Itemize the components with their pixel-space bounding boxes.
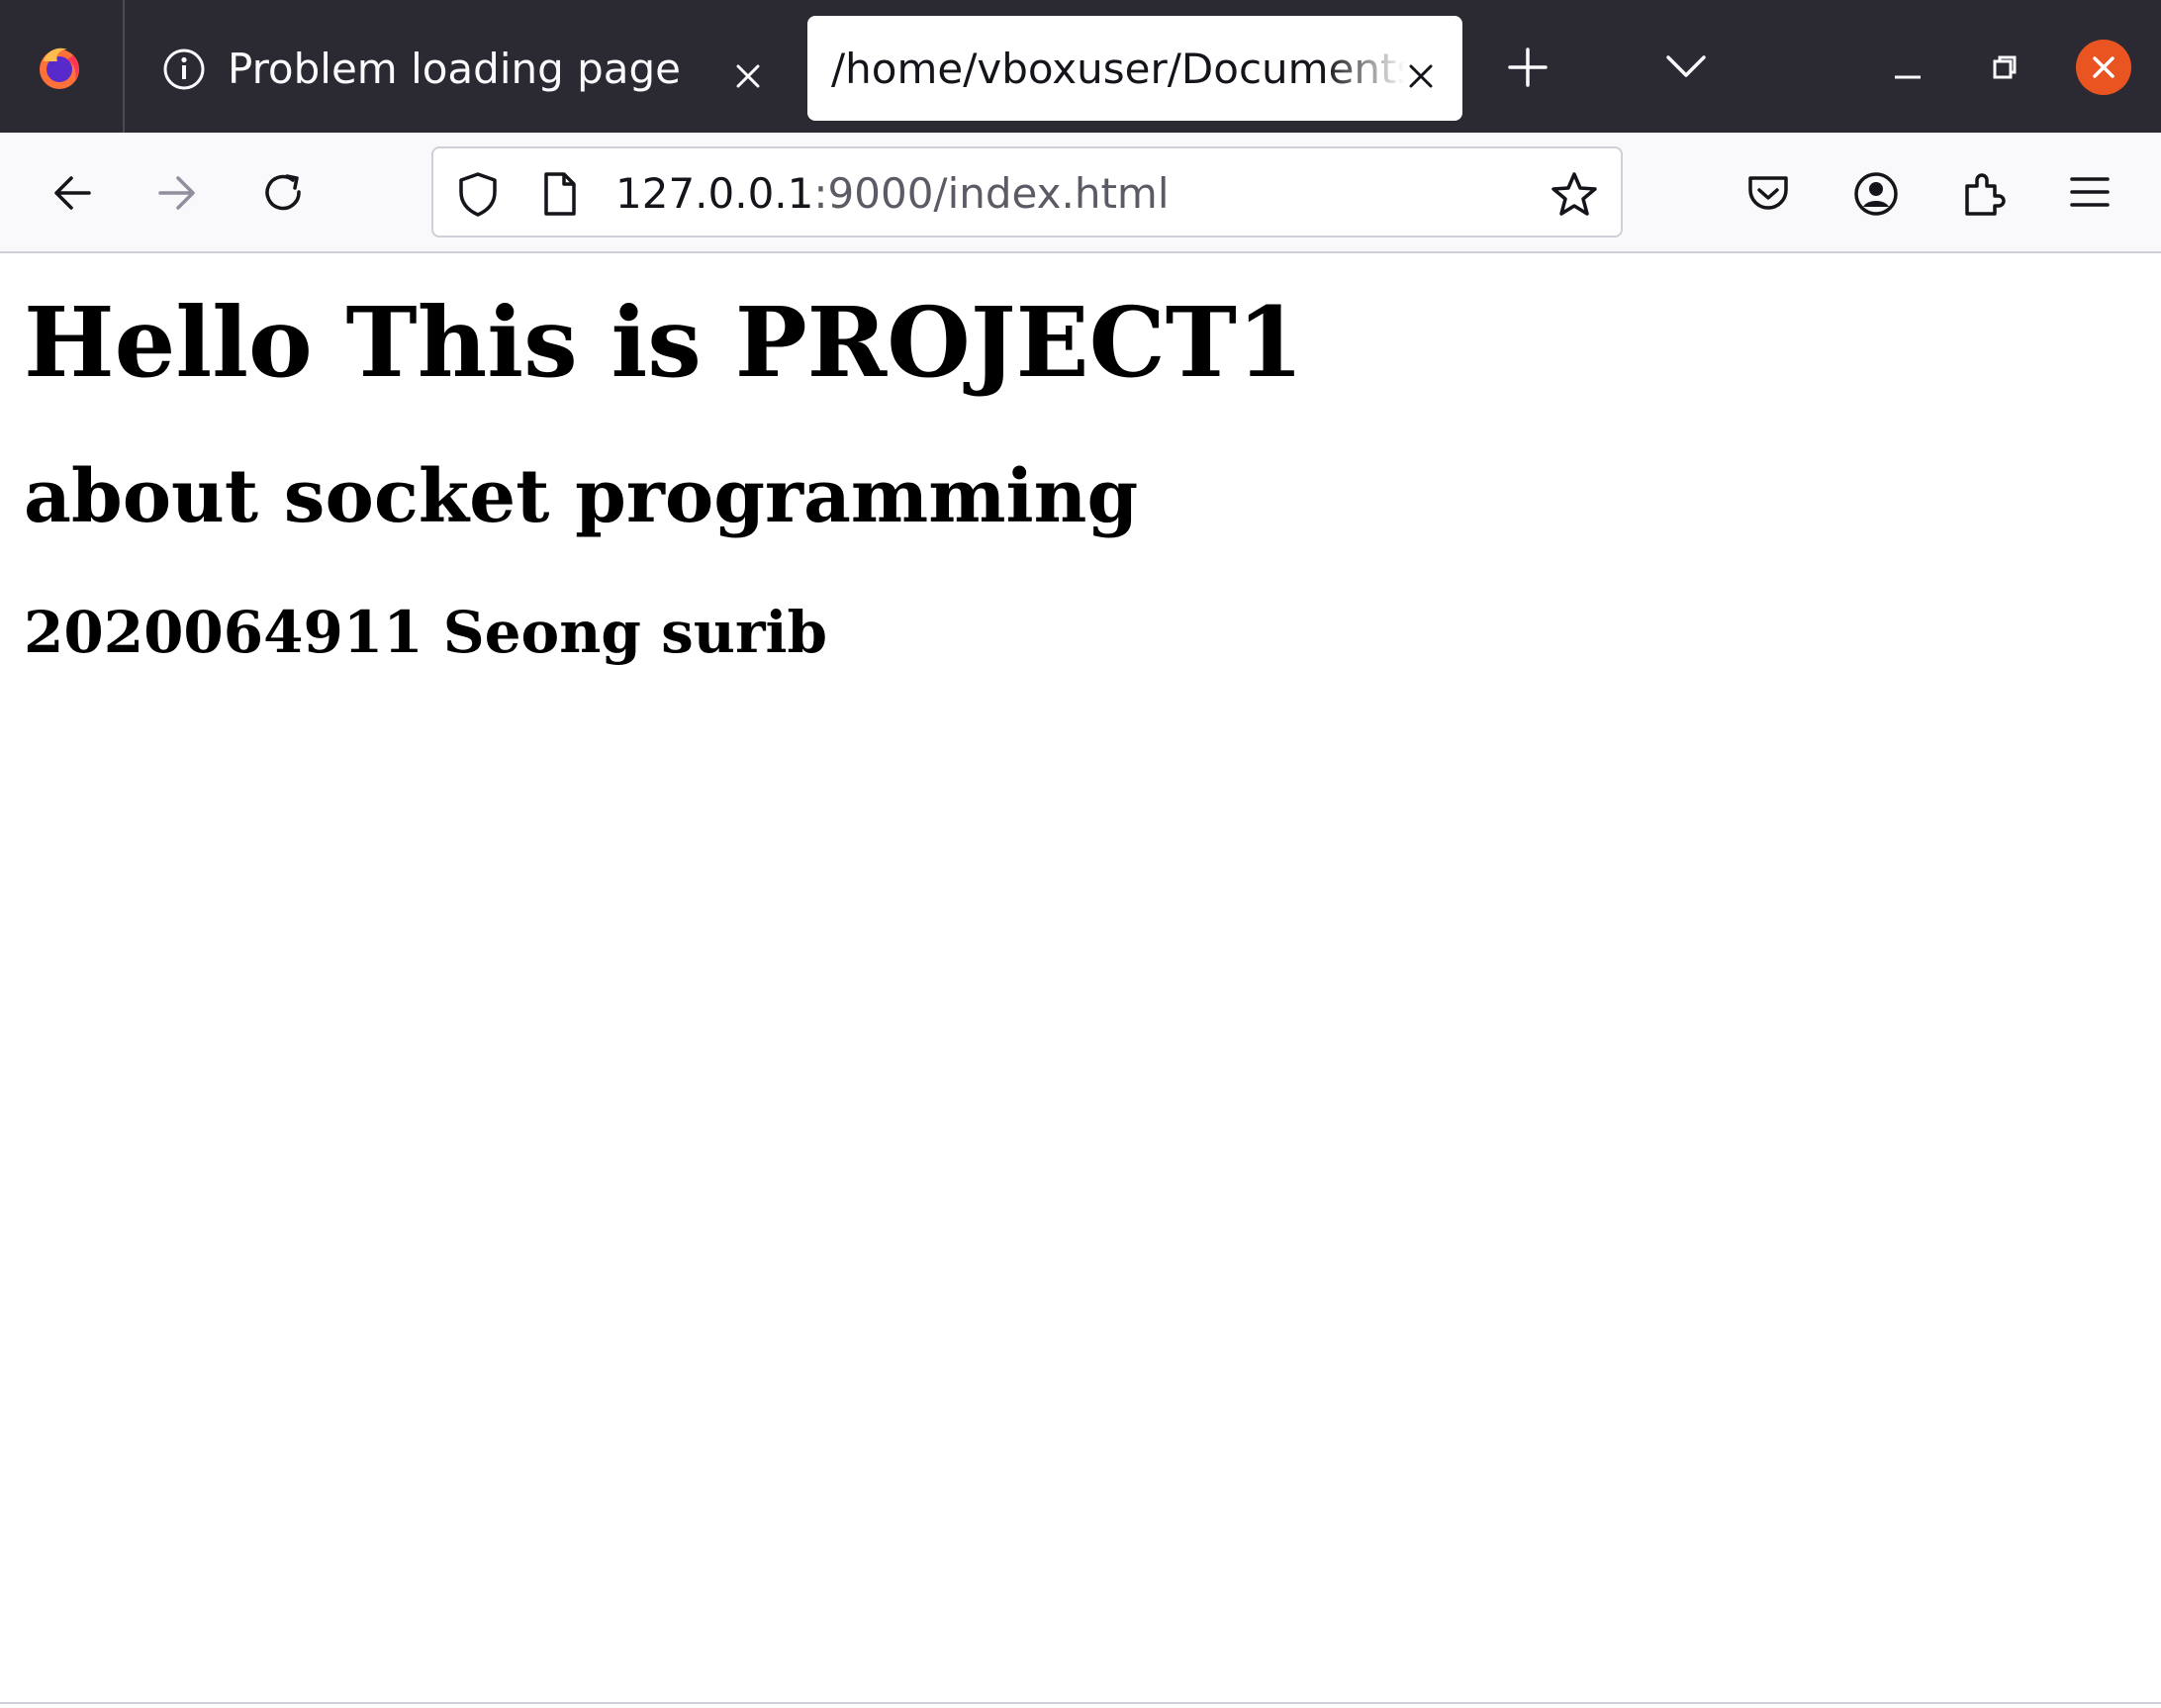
tab-close-icon[interactable] bbox=[1405, 53, 1437, 102]
page-heading-3: 2020064911 Seong surib bbox=[24, 599, 828, 666]
page-heading-2: about socket programming bbox=[24, 454, 1139, 539]
back-arrow-icon[interactable] bbox=[49, 170, 95, 220]
forward-arrow-icon[interactable] bbox=[154, 170, 200, 220]
url-path: :9000/index.html bbox=[813, 169, 1170, 218]
new-tab-plus-icon[interactable] bbox=[1506, 46, 1550, 93]
tracking-protection-shield-icon[interactable] bbox=[455, 170, 501, 222]
close-icon bbox=[2093, 56, 2114, 78]
restore-icon[interactable] bbox=[1991, 53, 2019, 85]
navigation-toolbar: 127.0.0.1:9000/index.html bbox=[0, 133, 2161, 253]
page-heading-1: Hello This is PROJECT1 bbox=[24, 286, 1304, 399]
list-tabs-chevron-down-icon[interactable] bbox=[1664, 51, 1708, 85]
firefox-view-button[interactable] bbox=[0, 0, 125, 133]
menu-icon[interactable] bbox=[2068, 170, 2112, 218]
tab-title: /home/vboxuser/Documents/index.html bbox=[831, 46, 1405, 93]
url-text[interactable]: 127.0.0.1:9000/index.html bbox=[615, 170, 1170, 218]
extensions-icon[interactable] bbox=[1961, 170, 2007, 222]
tab-index-file[interactable]: /home/vboxuser/Documents/index.html bbox=[807, 16, 1462, 121]
bookmark-star-icon[interactable] bbox=[1550, 170, 1599, 222]
page-info-icon[interactable] bbox=[540, 170, 580, 222]
window-bottom-border bbox=[0, 1702, 2161, 1704]
tab-title: Problem loading page bbox=[228, 46, 682, 93]
reload-icon[interactable] bbox=[261, 170, 307, 220]
tab-strip: Problem loading page /home/vboxuser/Docu… bbox=[0, 0, 2161, 133]
pocket-icon[interactable] bbox=[1745, 170, 1791, 220]
window-close-button[interactable] bbox=[2076, 40, 2131, 95]
firefox-logo-icon bbox=[40, 47, 79, 89]
info-icon bbox=[162, 47, 206, 101]
minimize-icon[interactable] bbox=[1892, 53, 1924, 89]
page-content: Hello This is PROJECT1 about socket prog… bbox=[0, 253, 2161, 1702]
url-bar[interactable]: 127.0.0.1:9000/index.html bbox=[431, 146, 1623, 237]
url-host: 127.0.0.1 bbox=[615, 169, 814, 218]
tab-problem-loading[interactable]: Problem loading page bbox=[144, 16, 778, 121]
account-icon[interactable] bbox=[1852, 170, 1900, 222]
tab-close-icon[interactable] bbox=[732, 53, 764, 102]
